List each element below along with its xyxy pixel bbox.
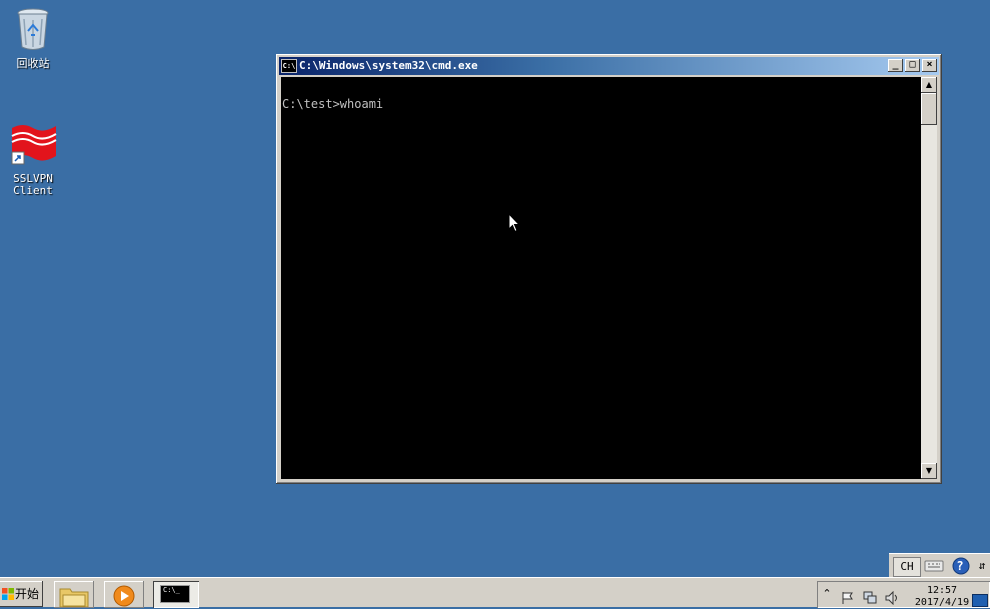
console-icon: C:\ [281,59,297,73]
minimize-button[interactable]: _ [888,59,903,72]
language-indicator[interactable]: CH [893,557,921,577]
language-bar[interactable]: CH ? ⇵ [889,553,990,578]
cmd-title: C:\Windows\system32\cmd.exe [299,59,478,72]
taskbar: 开始 C:\_ ⌃ 12:57 2017/4/19 [0,577,990,608]
language-bar-options-icon[interactable]: ⇵ [977,557,987,575]
recycle-bin[interactable]: 回收站 [1,5,65,70]
console-icon: C:\_ [160,585,190,603]
help-icon[interactable]: ? [951,557,971,575]
taskbar-media-player-button[interactable] [104,581,144,608]
show-hidden-icons-button[interactable]: ⌃ [820,587,834,601]
taskbar-cmd-button[interactable]: C:\_ [153,581,199,608]
clock-date: 2017/4/19 [914,597,970,608]
network-icon[interactable] [863,591,877,605]
maximize-button[interactable]: □ [905,59,920,72]
cmd-titlebar[interactable]: C:\ C:\Windows\system32\cmd.exe _ □ × [279,57,939,75]
windows-logo-icon [2,588,14,600]
clock-time: 12:57 [926,585,958,596]
keyboard-icon[interactable] [923,557,945,575]
console-output[interactable]: C:\test>whoami [281,77,921,479]
action-center-flag-icon[interactable] [841,591,855,605]
start-button[interactable]: 开始 [0,581,43,607]
cmd-window[interactable]: C:\ C:\Windows\system32\cmd.exe _ □ × C:… [276,54,942,484]
scroll-thumb[interactable] [921,93,937,125]
start-label: 开始 [15,587,40,601]
media-player-icon [113,585,135,607]
scroll-down-button[interactable]: ▼ [921,463,937,479]
sslvpn-client-shortcut[interactable]: SSLVPN Client [1,122,65,197]
show-desktop-button[interactable] [972,594,988,607]
help-glyph: ? [956,559,964,573]
close-button[interactable]: × [922,59,937,72]
taskbar-explorer-button[interactable] [54,581,94,608]
recycle-bin-icon [17,8,49,50]
mouse-cursor-icon [508,213,520,233]
scroll-up-button[interactable]: ▲ [921,77,937,93]
clock[interactable]: 12:57 2017/4/19 [912,585,972,609]
vertical-scrollbar[interactable]: ▲ ▼ [921,77,937,479]
sslvpn-flag-icon [11,125,57,165]
folder-icon [59,588,89,607]
volume-icon[interactable] [885,591,899,605]
sslvpn-label-line2: Client [13,184,53,197]
recycle-bin-label: 回收站 [16,57,50,70]
notification-area: ⌃ 12:57 2017/4/19 [817,581,990,608]
